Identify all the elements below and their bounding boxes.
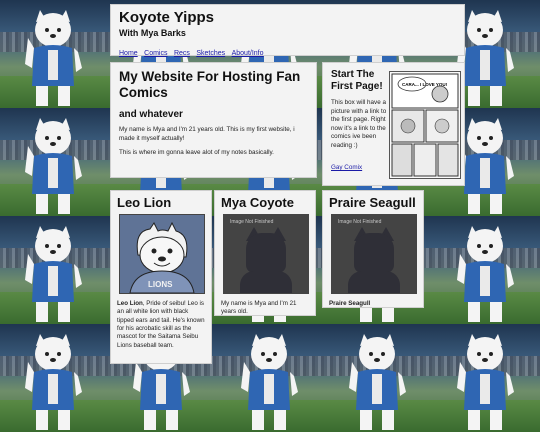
lion-mascot-icon [25,118,82,214]
nav-sketches-link[interactable]: Sketches [196,50,225,57]
background-tile [324,324,432,432]
start-title: Start The First Page! [331,69,383,92]
background-tile [0,324,108,432]
leo-name-bold: Leo Lion [117,300,143,307]
background-tile [432,324,540,432]
lion-mascot-icon [25,226,82,322]
mya-card-title: Mya Coyote [221,195,294,210]
lion-mascot-icon [25,334,82,430]
image-not-finished-label: Image Not Finished [230,219,274,225]
mya-coyote-card: Mya Coyote Image Not Finished My name is… [214,190,316,316]
mya-card-description: My name is Mya and I'm 21 years old. [221,300,297,316]
background-tile [432,216,540,324]
main-nav: Home Comics Recs Sketches About/Info [119,42,456,60]
intro-title: My Website For Hosting Fan Comics [119,69,301,101]
site-title: Koyote Yipps [119,9,215,26]
site-header: Koyote Yipps With Mya Barks Home Comics … [110,4,465,57]
silhouette-head [354,233,394,273]
background-tile [0,0,108,108]
background-tile [216,324,324,432]
seagull-card-description: Praire Seagull [329,300,417,308]
lion-mascot-icon [25,10,82,106]
lion-mascot-icon [457,334,514,430]
seagull-placeholder-image: Image Not Finished [331,214,417,294]
lion-mascot-icon [457,226,514,322]
nav-home-link[interactable]: Home [119,50,138,57]
lion-mascot-icon [241,334,298,430]
comic-page-art: CARA... I LOVE YOU! [391,73,459,177]
background-tile [0,216,108,324]
leo-shirt-label: LIONS [148,280,173,289]
seagull-name-bold: Praire Seagull [329,300,371,307]
mya-placeholder-image: Image Not Finished [223,214,309,294]
leo-lion-image: LIONS [119,214,205,294]
gay-comix-link[interactable]: Gay Comix [331,164,362,171]
nav-recs-link[interactable]: Recs [174,50,190,57]
nav-about-link[interactable]: About/Info [232,50,264,57]
intro-subtitle: and whatever [119,109,183,121]
leo-description-text: , Pride of seibu! Leo is an all white li… [117,300,205,349]
leo-card-description: Leo Lion, Pride of seibu! Leo is an all … [117,300,205,350]
intro-paragraph: This is where im gonna leave alot of my … [119,148,274,156]
praire-seagull-card: Praire Seagull Image Not Finished Praire… [322,190,424,308]
leo-lion-card: Leo Lion LIONS Leo Lion, Pride of seibu!… [110,190,212,364]
intro-panel: My Website For Hosting Fan Comics and wh… [110,62,317,178]
leo-card-title: Leo Lion [117,195,172,210]
silhouette-body [240,271,292,293]
site-subtitle: With Mya Barks [119,28,186,38]
nav-comics-link[interactable]: Comics [144,50,167,57]
intro-paragraph: My name is Mya and I'm 21 years old. Thi… [119,126,295,142]
image-not-finished-label: Image Not Finished [338,219,382,225]
lion-mascot-icon [349,334,406,430]
leo-lion-drawing: LIONS [120,215,204,293]
first-page-comic-image[interactable]: CARA... I LOVE YOU! [389,71,461,179]
silhouette-body [348,271,400,293]
background-tile [0,108,108,216]
silhouette-head [246,233,286,273]
start-panel: Start The First Page! This box will have… [322,62,465,186]
seagull-card-title: Praire Seagull [329,195,416,210]
start-body: This box will have a picture with a link… [331,99,387,149]
